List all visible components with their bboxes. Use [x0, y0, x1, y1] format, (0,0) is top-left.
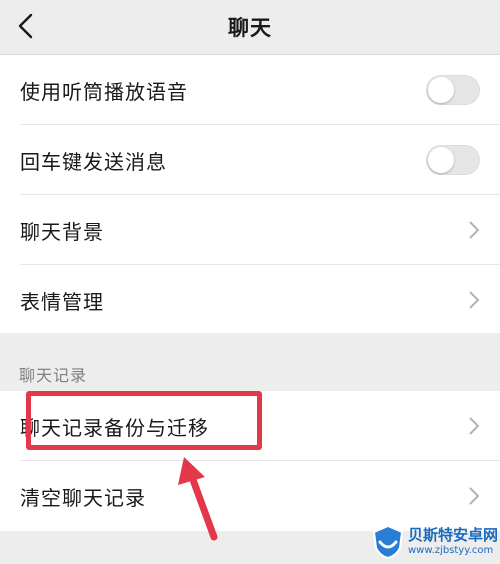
setting-sticker-management[interactable]: 表情管理	[20, 265, 500, 334]
earpiece-toggle[interactable]	[426, 75, 480, 105]
watermark-logo-icon	[372, 524, 404, 560]
setting-label: 聊天背景	[20, 220, 104, 244]
chevron-right-icon	[469, 291, 480, 309]
setting-label: 清空聊天记录	[20, 486, 146, 510]
pointer-arrow-icon	[178, 457, 218, 541]
setting-label: 使用听筒播放语音	[20, 80, 188, 104]
setting-earpiece-playback[interactable]: 使用听筒播放语音	[20, 55, 500, 125]
toggle-knob	[428, 147, 454, 173]
setting-chat-background[interactable]: 聊天背景	[20, 195, 500, 265]
page-title: 聊天	[228, 16, 272, 40]
section-header-chat-records: 聊天记录	[19, 366, 88, 385]
highlight-box	[26, 391, 262, 450]
enter-send-toggle[interactable]	[426, 145, 480, 175]
toggle-knob	[428, 77, 454, 103]
setting-enter-to-send[interactable]: 回车键发送消息	[20, 125, 500, 195]
setting-label: 表情管理	[20, 290, 104, 314]
setting-label: 回车键发送消息	[20, 150, 167, 174]
chevron-right-icon	[469, 221, 480, 239]
watermark-url: www.zjbstyy.com	[408, 545, 494, 556]
settings-group: 使用听筒播放语音 回车键发送消息 聊天背景 表情管理	[0, 55, 500, 333]
chevron-right-icon	[469, 417, 480, 435]
top-bar: 聊天	[0, 0, 500, 55]
chevron-right-icon	[469, 487, 480, 505]
watermark-name: 贝斯特安卓网	[408, 526, 499, 544]
watermark: 贝斯特安卓网 www.zjbstyy.com	[370, 520, 500, 564]
